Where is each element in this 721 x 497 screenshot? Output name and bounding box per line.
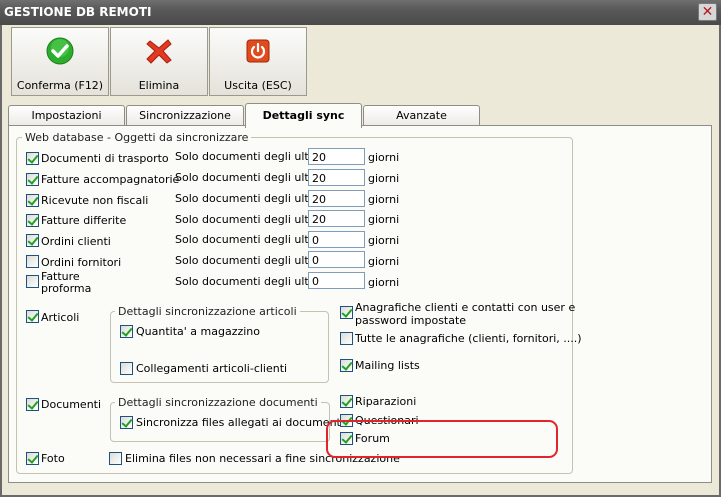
label-quantita-magazzino: Quantita' a magazzino <box>136 325 261 338</box>
label-ricevute-non-fiscali: Ricevute non fiscali <box>41 194 149 207</box>
days-input-ordini-fornitori[interactable]: 0 <box>308 251 365 268</box>
label-fatture-differite: Fatture differite <box>41 214 127 227</box>
power-icon <box>246 39 270 63</box>
label-ordini-fornitori: Ordini fornitori <box>41 256 122 269</box>
label-giorni: giorni <box>368 193 400 206</box>
label-riparazioni: Riparazioni <box>355 395 417 408</box>
label-documenti: Documenti <box>41 398 102 411</box>
documenti-details-legend: Dettagli sincronizzazione documenti <box>115 396 321 409</box>
checkbox-ricevute-non-fiscali[interactable] <box>26 194 39 207</box>
close-button[interactable]: ✕ <box>698 3 717 21</box>
days-input-ricevute[interactable]: 20 <box>308 190 365 207</box>
checkmark-icon <box>46 37 74 65</box>
checkbox-ordini-fornitori[interactable] <box>26 255 39 268</box>
window-title: GESTIONE DB REMOTI <box>4 5 152 19</box>
exit-button[interactable]: Uscita (ESC) <box>209 27 307 96</box>
checkbox-riparazioni[interactable] <box>340 395 353 408</box>
checkbox-ordini-clienti[interactable] <box>26 234 39 247</box>
checkbox-collegamenti-articoli[interactable] <box>120 362 133 375</box>
label-foto: Foto <box>41 452 65 465</box>
checkbox-quantita-magazzino[interactable] <box>120 325 133 338</box>
label-allegati-documenti: Sincronizza files allegati ai documenti <box>136 416 344 429</box>
label-fatture-proforma-line2: proforma <box>41 282 92 295</box>
confirm-label: Conferma (F12) <box>16 79 104 92</box>
label-solo-documenti: Solo documenti degli ultimi <box>175 192 326 205</box>
label-ordini-clienti: Ordini clienti <box>41 235 111 248</box>
delete-button[interactable]: Elimina <box>110 27 208 96</box>
checkbox-allegati-documenti[interactable] <box>120 416 133 429</box>
checkbox-foto[interactable] <box>26 452 39 465</box>
label-giorni: giorni <box>368 151 400 164</box>
tab-dettagli-sync[interactable]: Dettagli sync <box>245 103 362 128</box>
label-anagrafiche-user-line2: password impostate <box>355 314 467 327</box>
sync-objects-legend: Web database - Oggetti da sincronizzare <box>22 131 252 144</box>
checkbox-elimina-files[interactable] <box>109 452 122 465</box>
checkbox-documenti[interactable] <box>26 398 39 411</box>
days-input-ordini-clienti[interactable]: 0 <box>308 231 365 248</box>
forum-highlight-annotation <box>326 420 558 458</box>
checkbox-mailing-lists[interactable] <box>340 359 353 372</box>
days-input-trasporto[interactable]: 20 <box>308 148 365 165</box>
confirm-button[interactable]: Conferma (F12) <box>11 27 109 96</box>
articoli-details-legend: Dettagli sincronizzazione articoli <box>115 305 300 318</box>
label-solo-documenti: Solo documenti degli ultimi <box>175 275 326 288</box>
title-bar: GESTIONE DB REMOTI ✕ <box>0 0 721 25</box>
label-anagrafiche-user-line1: Anagrafiche clienti e contatti con user … <box>355 301 576 314</box>
label-solo-documenti: Solo documenti degli ultimi <box>175 233 326 246</box>
delete-label: Elimina <box>138 79 180 92</box>
tab-sincronizzazione[interactable]: Sincronizzazione <box>126 105 244 126</box>
label-collegamenti-articoli: Collegamenti articoli-clienti <box>136 362 288 375</box>
label-giorni: giorni <box>368 255 400 268</box>
label-mailing-lists: Mailing lists <box>355 359 420 372</box>
checkbox-fatture-accompagnatorie[interactable] <box>26 173 39 186</box>
checkbox-fatture-proforma[interactable] <box>26 275 39 288</box>
checkbox-articoli[interactable] <box>26 310 39 323</box>
label-documenti-trasporto: Documenti di trasporto <box>41 152 169 165</box>
label-solo-documenti: Solo documenti degli ultimi <box>175 254 326 267</box>
label-solo-documenti: Solo documenti degli ultimi <box>175 213 326 226</box>
days-input-fatture-differite[interactable]: 20 <box>308 210 365 227</box>
label-giorni: giorni <box>368 234 400 247</box>
label-tutte-anagrafiche: Tutte le anagrafiche (clienti, fornitori… <box>355 332 582 345</box>
checkbox-fatture-differite[interactable] <box>26 214 39 227</box>
exit-label: Uscita (ESC) <box>224 79 292 92</box>
checkbox-tutte-anagrafiche[interactable] <box>340 332 353 345</box>
label-giorni: giorni <box>368 276 400 289</box>
checkbox-anagrafiche-user[interactable] <box>340 306 353 319</box>
label-articoli: Articoli <box>41 311 80 324</box>
tab-impostazioni[interactable]: Impostazioni <box>8 105 125 126</box>
label-solo-documenti: Solo documenti degli ultimi <box>175 150 326 163</box>
tab-avanzate[interactable]: Avanzate <box>363 105 480 126</box>
label-fatture-accompagnatorie: Fatture accompagnatorie <box>41 173 180 186</box>
label-giorni: giorni <box>368 172 400 185</box>
label-solo-documenti: Solo documenti degli ultimi <box>175 171 326 184</box>
checkbox-documenti-trasporto[interactable] <box>26 152 39 165</box>
days-input-fatture-accompagnatorie[interactable]: 20 <box>308 169 365 186</box>
delete-x-icon <box>146 39 172 64</box>
days-input-fatture-proforma[interactable]: 0 <box>308 272 365 289</box>
close-icon: ✕ <box>701 4 714 20</box>
label-giorni: giorni <box>368 213 400 226</box>
